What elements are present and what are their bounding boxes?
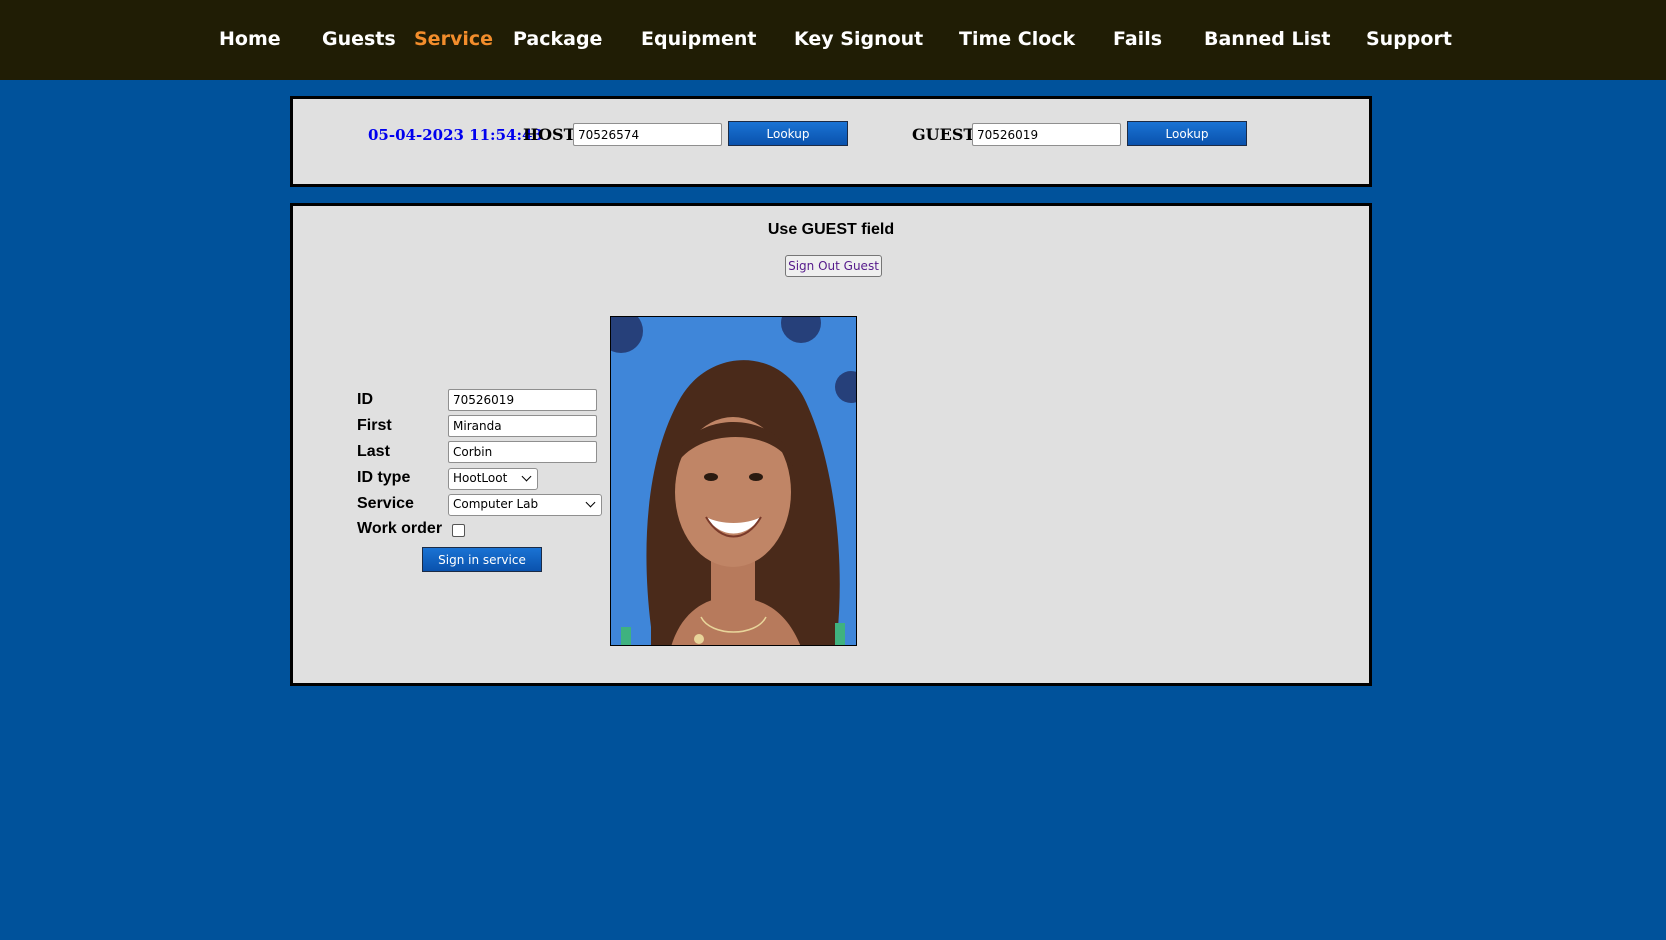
id-type-select[interactable]: HootLoot bbox=[448, 468, 538, 490]
nav-guests[interactable]: Guests bbox=[322, 28, 396, 50]
guest-label: GUEST bbox=[912, 125, 976, 144]
chevron-down-icon bbox=[585, 497, 596, 508]
nav-banned-list[interactable]: Banned List bbox=[1204, 28, 1330, 50]
service-label: Service bbox=[357, 495, 414, 512]
work-order-checkbox[interactable] bbox=[452, 524, 465, 537]
top-navigation: Home Guests Service Package Equipment Ke… bbox=[0, 0, 1666, 80]
nav-key-signout[interactable]: Key Signout bbox=[794, 28, 923, 50]
first-label: First bbox=[357, 417, 392, 434]
sign-out-guest-button[interactable]: Sign Out Guest bbox=[785, 255, 882, 277]
id-type-label: ID type bbox=[357, 469, 411, 486]
guest-id-input[interactable] bbox=[972, 123, 1121, 146]
last-label: Last bbox=[357, 443, 390, 460]
id-label: ID bbox=[357, 391, 373, 408]
chevron-down-icon bbox=[521, 471, 532, 482]
nav-fails[interactable]: Fails bbox=[1113, 28, 1162, 50]
first-name-field[interactable] bbox=[448, 415, 597, 437]
nav-time-clock[interactable]: Time Clock bbox=[959, 28, 1075, 50]
nav-equipment[interactable]: Equipment bbox=[641, 28, 757, 50]
sign-in-service-button[interactable]: Sign in service bbox=[422, 547, 542, 572]
guest-lookup-button[interactable]: Lookup bbox=[1127, 121, 1247, 146]
nav-package[interactable]: Package bbox=[513, 28, 602, 50]
guest-photo bbox=[610, 316, 857, 646]
current-datetime: 05-04-2023 11:54:43 bbox=[368, 126, 543, 144]
nav-service[interactable]: Service bbox=[414, 28, 493, 50]
lookup-panel: 05-04-2023 11:54:43 HOST Lookup GUEST Lo… bbox=[290, 96, 1372, 187]
nav-support[interactable]: Support bbox=[1366, 28, 1452, 50]
id-field[interactable] bbox=[448, 389, 597, 411]
last-name-field[interactable] bbox=[448, 441, 597, 463]
service-panel: Use GUEST field Sign Out Guest ID First … bbox=[290, 203, 1372, 686]
guest-photo-icon bbox=[611, 317, 856, 645]
work-order-label: Work order bbox=[357, 520, 443, 537]
host-label: HOST bbox=[523, 125, 576, 144]
service-selected: Computer Lab bbox=[453, 497, 539, 511]
service-select[interactable]: Computer Lab bbox=[448, 494, 602, 516]
host-lookup-button[interactable]: Lookup bbox=[728, 121, 848, 146]
host-id-input[interactable] bbox=[573, 123, 722, 146]
nav-home[interactable]: Home bbox=[219, 28, 281, 50]
panel-heading: Use GUEST field bbox=[767, 221, 895, 238]
id-type-selected: HootLoot bbox=[453, 471, 508, 485]
